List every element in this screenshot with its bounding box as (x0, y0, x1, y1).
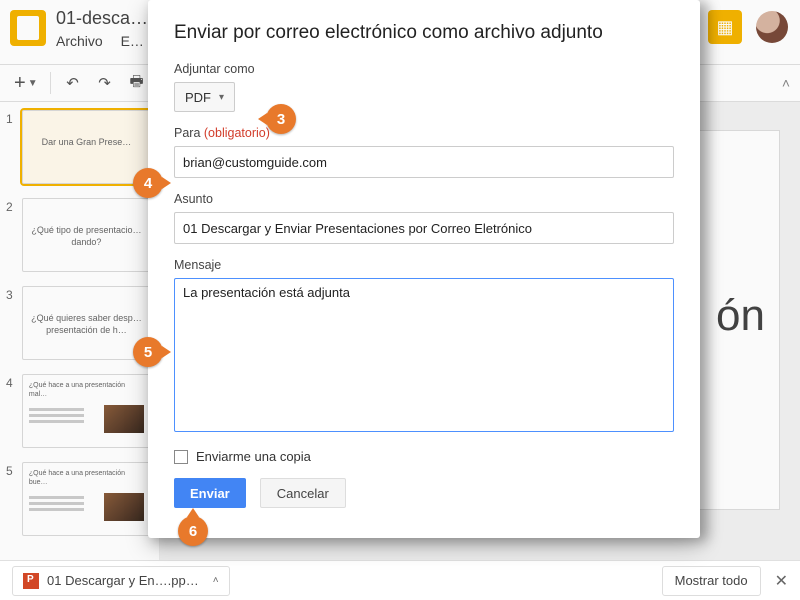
download-filename: 01 Descargar y En….pp… (47, 573, 199, 588)
cancel-button[interactable]: Cancelar (260, 478, 346, 508)
callout-6: 6 (178, 516, 208, 546)
powerpoint-icon (23, 573, 39, 589)
email-attachment-dialog: Enviar por correo electrónico como archi… (148, 0, 700, 538)
close-icon[interactable]: ✕ (775, 571, 788, 591)
show-all-button[interactable]: Mostrar todo (662, 566, 761, 596)
copy-me-label: Enviarme una copia (196, 449, 311, 464)
callout-3: 3 (266, 104, 296, 134)
send-button[interactable]: Enviar (174, 478, 246, 508)
download-chip[interactable]: 01 Descargar y En….pp… ˄ (12, 566, 230, 596)
callout-4: 4 (133, 168, 163, 198)
attach-as-label: Adjuntar como (174, 62, 674, 76)
chevron-down-icon: ▾ (219, 92, 224, 103)
attach-format-dropdown[interactable]: PDF ▾ (174, 82, 235, 112)
subject-label: Asunto (174, 192, 674, 206)
chevron-up-icon[interactable]: ˄ (213, 575, 219, 586)
message-field[interactable] (174, 278, 674, 432)
subject-field[interactable] (174, 212, 674, 244)
dialog-title: Enviar por correo electrónico como archi… (174, 22, 674, 44)
callout-5: 5 (133, 337, 163, 367)
message-label: Mensaje (174, 258, 674, 272)
download-bar: 01 Descargar y En….pp… ˄ Mostrar todo ✕ (0, 560, 800, 600)
to-label: Para (obligatorio) (174, 126, 674, 140)
copy-me-checkbox[interactable] (174, 450, 188, 464)
to-field[interactable] (174, 146, 674, 178)
